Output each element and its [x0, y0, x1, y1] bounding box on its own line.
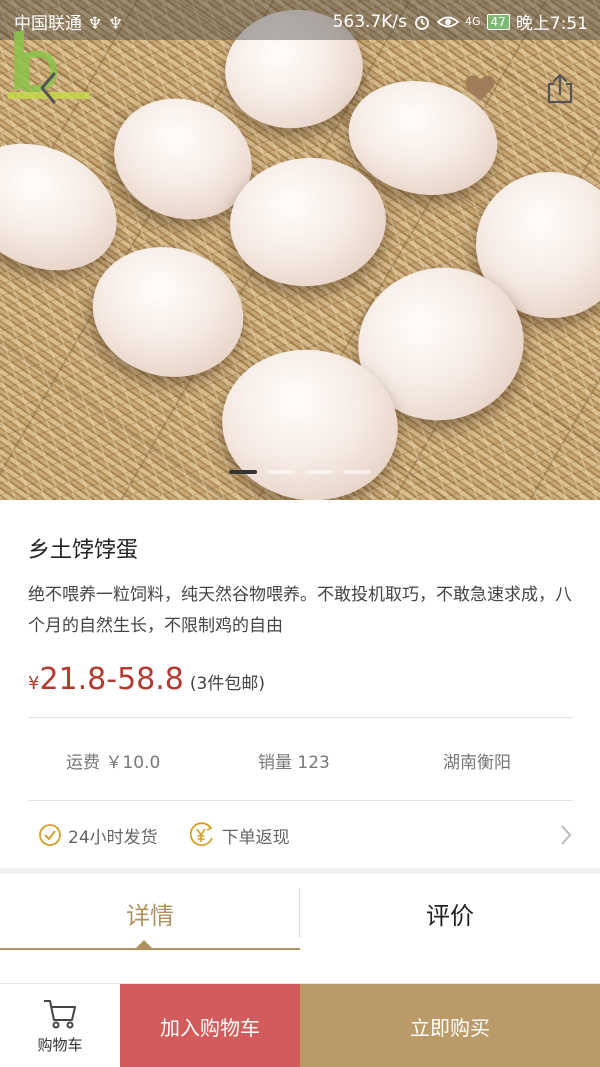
sales-count: 销量 123 — [258, 753, 330, 773]
origin-location: 湖南衡阳 — [443, 753, 511, 773]
heart-icon — [465, 75, 495, 101]
battery-icon: 47 — [486, 13, 510, 30]
shipping-fee: 运费 ￥10.0 — [66, 753, 161, 773]
carousel-dot — [229, 470, 257, 474]
favorite-button[interactable] — [460, 62, 500, 114]
currency-symbol: ¥ — [28, 673, 40, 694]
tab-active-caret — [136, 940, 152, 948]
chevron-left-icon — [40, 72, 56, 104]
back-button[interactable] — [28, 62, 68, 114]
feature-fast-shipping-label: 24小时发货 — [68, 827, 158, 848]
product-detail-screen: 中国联通 ♆ ♆ 563.7K/s 4G 47 晚上7:51 乡土饽饽蛋 绝不喂… — [0, 0, 600, 1067]
tab-underline — [0, 948, 300, 950]
chevron-right-icon — [561, 825, 572, 845]
free-shipping-note: (3件包邮) — [189, 674, 265, 694]
bottom-action-bar: 购物车 加入购物车 立即购买 — [0, 983, 600, 1067]
feature-cashback: 下单返现 — [188, 822, 290, 848]
feature-fast-shipping: 24小时发货 — [38, 823, 158, 848]
network-speed: 563.7K/s — [332, 11, 407, 32]
price-row: ¥ 21.8-58.8 (3件包邮) — [28, 662, 265, 697]
feature-cashback-label: 下单返现 — [221, 827, 290, 848]
yen-circle-icon — [189, 822, 213, 847]
product-price: 21.8-58.8 — [39, 662, 184, 697]
share-button[interactable] — [540, 62, 580, 114]
cart-icon — [44, 999, 76, 1028]
carousel-indicator — [0, 470, 600, 474]
product-description: 绝不喂养一粒饲料，纯天然谷物喂养。不敢投机取巧，不敢急速求成，八个月的自然生长，… — [28, 585, 572, 636]
add-to-cart-button[interactable]: 加入购物车 — [120, 984, 300, 1067]
alarm-icon — [415, 15, 429, 30]
product-meta-row: 运费 ￥10.0 销量 123 湖南衡阳 — [28, 748, 573, 774]
buy-now-button[interactable]: 立即购买 — [300, 984, 600, 1067]
check-circle-icon — [39, 824, 61, 846]
share-icon — [547, 73, 573, 104]
divider — [28, 800, 573, 801]
carousel-dot — [267, 470, 295, 474]
carousel-dot — [305, 470, 333, 474]
detail-tabs: 详情 评价 — [0, 874, 600, 952]
product-title: 乡土饽饽蛋 — [28, 538, 139, 563]
cart-label: 购物车 — [37, 1035, 83, 1054]
cart-button[interactable]: 购物车 — [0, 984, 120, 1067]
carousel-dot — [343, 470, 371, 474]
tab-review[interactable]: 评价 — [300, 874, 600, 952]
status-right: 563.7K/s 4G 47 晚上7:51 — [332, 9, 588, 35]
network-type: 4G — [465, 15, 481, 28]
service-features-row[interactable]: 24小时发货 下单返现 — [28, 820, 573, 850]
eye-icon — [437, 16, 459, 27]
divider — [28, 717, 573, 718]
status-time: 晚上7:51 — [515, 14, 588, 34]
